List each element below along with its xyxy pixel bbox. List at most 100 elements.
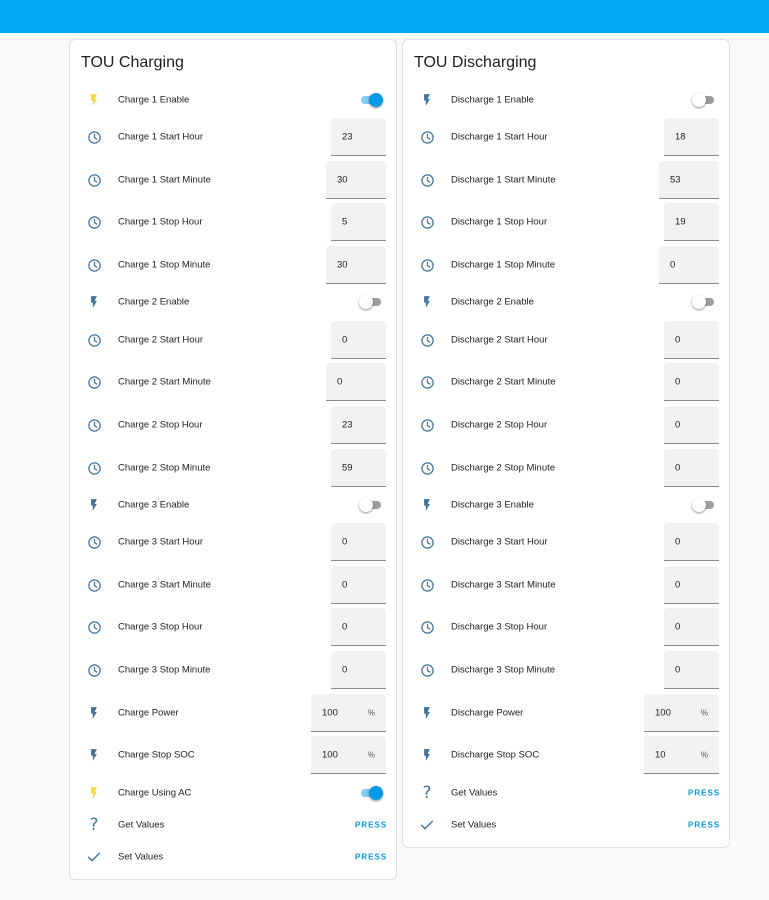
charge-2-start-hour-input[interactable]: 0 (331, 321, 386, 359)
flash-icon (417, 90, 437, 110)
row-label: Discharge Power (451, 707, 524, 719)
charge-3-enable-toggle[interactable] (359, 498, 383, 512)
number-row-charge-2-stop-hour: Charge 2 Stop Hour 23 (70, 406, 396, 444)
number-row-discharge-2-stop-minute: Discharge 2 Stop Minute 0 (403, 449, 729, 487)
toggle-knob (692, 498, 706, 512)
set-values-press-button[interactable]: PRESS (688, 821, 720, 830)
toggle-knob (369, 93, 383, 107)
set-values-press-button[interactable]: PRESS (355, 853, 387, 862)
switch-row-charge-2-enable[interactable]: Charge 2 Enable (70, 283, 396, 321)
number-row-charge-1-stop-minute: Charge 1 Stop Minute 30 (70, 246, 396, 284)
discharge-3-start-hour-input[interactable]: 0 (664, 523, 719, 561)
charge-3-start-minute-input[interactable]: 0 (331, 566, 386, 604)
charge-1-stop-minute-input[interactable]: 30 (326, 246, 386, 284)
switch-row-discharge-1-enable[interactable]: Discharge 1 Enable (403, 81, 729, 119)
discharge-1-stop-minute-input[interactable]: 0 (659, 246, 719, 284)
charge-2-stop-minute-input[interactable]: 59 (331, 449, 386, 487)
input-value: 0 (342, 334, 348, 345)
clock-icon (417, 532, 437, 552)
input-value: 0 (675, 334, 681, 345)
number-row-discharge-1-stop-hour: Discharge 1 Stop Hour 19 (403, 203, 729, 241)
discharge-2-stop-minute-input[interactable]: 0 (664, 449, 719, 487)
clock-icon (417, 660, 437, 680)
input-unit: % (700, 708, 708, 717)
row-label: Discharge Stop SOC (451, 749, 540, 761)
number-row-discharge-1-start-hour: Discharge 1 Start Hour 18 (403, 118, 729, 156)
charge-1-enable-toggle[interactable] (359, 93, 383, 107)
number-row-discharge-2-stop-hour: Discharge 2 Stop Hour 0 (403, 406, 729, 444)
discharge-1-start-minute-input[interactable]: 53 (659, 161, 719, 199)
clock-icon (417, 127, 437, 147)
help-icon: ? (89, 814, 99, 835)
row-label: Discharge 2 Stop Minute (451, 462, 556, 474)
help-icon: ? (422, 782, 432, 803)
row-label: Discharge 1 Start Hour (451, 131, 548, 143)
number-row-charge-power: Charge Power 100% (70, 694, 396, 732)
switch-row-charge-3-enable[interactable]: Charge 3 Enable (70, 486, 396, 524)
card-title: TOU Charging (81, 54, 184, 71)
clock-icon (84, 212, 104, 232)
discharge-3-stop-minute-input[interactable]: 0 (664, 651, 719, 689)
discharge-2-start-minute-input[interactable]: 0 (664, 363, 719, 401)
discharge-3-start-minute-input[interactable]: 0 (664, 566, 719, 604)
input-value: 23 (342, 419, 353, 430)
charge-1-start-minute-input[interactable]: 30 (326, 161, 386, 199)
input-value: 0 (342, 621, 348, 632)
charge-2-stop-hour-input[interactable]: 23 (331, 406, 386, 444)
clock-icon (417, 458, 437, 478)
row-label: Charge 2 Enable (118, 296, 190, 308)
input-value: 0 (675, 621, 681, 632)
number-row-charge-3-stop-hour: Charge 3 Stop Hour 0 (70, 608, 396, 646)
row-label: Discharge 2 Stop Hour (451, 419, 548, 431)
switch-row-charge-1-enable[interactable]: Charge 1 Enable (70, 81, 396, 119)
clock-icon (84, 532, 104, 552)
get-values-press-button[interactable]: PRESS (355, 821, 387, 830)
switch-row-discharge-2-enable[interactable]: Discharge 2 Enable (403, 283, 729, 321)
clock-icon (417, 170, 437, 190)
toggle-knob (692, 93, 706, 107)
input-value: 0 (337, 376, 343, 387)
input-value: 0 (675, 462, 681, 473)
charge-1-stop-hour-input[interactable]: 5 (331, 203, 386, 241)
charge-power-input[interactable]: 100% (311, 694, 386, 732)
charge-stop-soc-input[interactable]: 100% (311, 736, 386, 774)
row-label: Charge 3 Start Hour (118, 536, 204, 548)
discharge-1-stop-hour-input[interactable]: 19 (664, 203, 719, 241)
input-value: 19 (675, 216, 686, 227)
number-row-charge-1-start-minute: Charge 1 Start Minute 30 (70, 161, 396, 199)
input-value: 0 (342, 579, 348, 590)
discharge-power-input[interactable]: 100% (644, 694, 719, 732)
row-label: Discharge 1 Enable (451, 94, 534, 106)
charge-2-enable-toggle[interactable] (359, 295, 383, 309)
row-label: Discharge 3 Stop Minute (451, 664, 556, 676)
input-value: 0 (342, 664, 348, 675)
discharge-1-enable-toggle[interactable] (692, 93, 716, 107)
discharge-stop-soc-input[interactable]: 10% (644, 736, 719, 774)
clock-icon (417, 617, 437, 637)
row-label: Charge 2 Start Hour (118, 334, 204, 346)
row-label: Get Values (451, 787, 498, 799)
charge-3-start-hour-input[interactable]: 0 (331, 523, 386, 561)
switch-row-discharge-3-enable[interactable]: Discharge 3 Enable (403, 486, 729, 524)
input-value: 0 (675, 664, 681, 675)
flash-icon (417, 495, 437, 515)
number-row-discharge-1-start-minute: Discharge 1 Start Minute 53 (403, 161, 729, 199)
discharge-2-stop-hour-input[interactable]: 0 (664, 406, 719, 444)
get-values-press-button[interactable]: PRESS (688, 789, 720, 798)
row-label: Discharge 1 Stop Minute (451, 259, 556, 271)
charge-1-start-hour-input[interactable]: 23 (331, 118, 386, 156)
charge-3-stop-hour-input[interactable]: 0 (331, 608, 386, 646)
input-value: 30 (337, 174, 348, 185)
charge-using-ac-toggle[interactable] (359, 786, 383, 800)
number-row-discharge-1-stop-minute: Discharge 1 Stop Minute 0 (403, 246, 729, 284)
row-label: Get Values (118, 819, 165, 831)
row-label: Discharge 3 Start Minute (451, 579, 556, 591)
charge-3-stop-minute-input[interactable]: 0 (331, 651, 386, 689)
discharge-1-start-hour-input[interactable]: 18 (664, 118, 719, 156)
input-value: 30 (337, 259, 348, 270)
charge-2-start-minute-input[interactable]: 0 (326, 363, 386, 401)
discharge-3-enable-toggle[interactable] (692, 498, 716, 512)
discharge-3-stop-hour-input[interactable]: 0 (664, 608, 719, 646)
discharge-2-enable-toggle[interactable] (692, 295, 716, 309)
discharge-2-start-hour-input[interactable]: 0 (664, 321, 719, 359)
